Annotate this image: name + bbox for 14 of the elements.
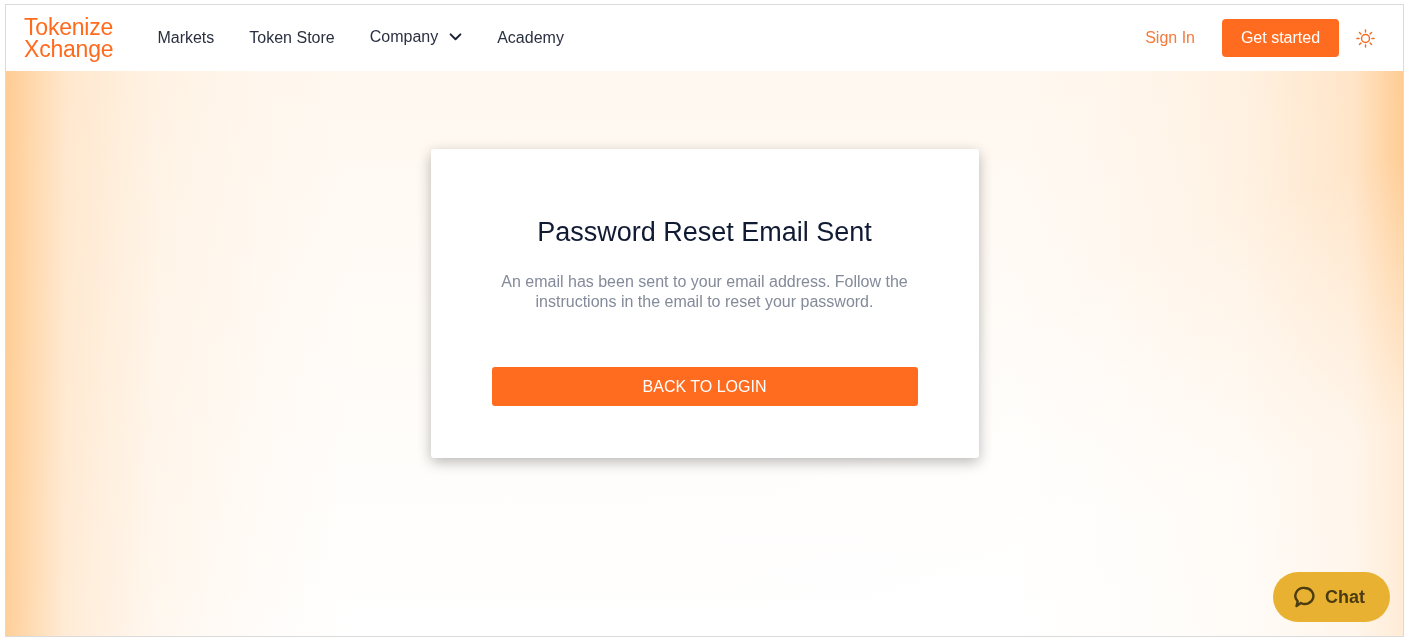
nav-dropdown[interactable]: Company xyxy=(369,28,463,46)
chevron-down-icon xyxy=(449,33,463,41)
sign-in-link[interactable]: Sign In xyxy=(1145,29,1195,47)
speech-bubble-icon xyxy=(1294,586,1316,608)
back-to-login-button[interactable]: BACK TO LOGIN xyxy=(491,367,918,406)
nav-link[interactable]: Token Store xyxy=(249,29,335,47)
logo[interactable]: Tokenize Xchange xyxy=(24,16,114,60)
chat-button[interactable]: Chat xyxy=(1273,572,1390,622)
nav-link[interactable]: Markets xyxy=(157,29,215,47)
nav-link[interactable]: Academy xyxy=(497,29,564,47)
sun-icon[interactable] xyxy=(1356,28,1375,48)
get-started-button[interactable]: Get started xyxy=(1222,19,1339,57)
card-title: Password Reset Email Sent xyxy=(537,216,872,248)
card-message: An email has been sent to your email address. Follow the instructions in the email to reset your password. xyxy=(500,272,909,312)
